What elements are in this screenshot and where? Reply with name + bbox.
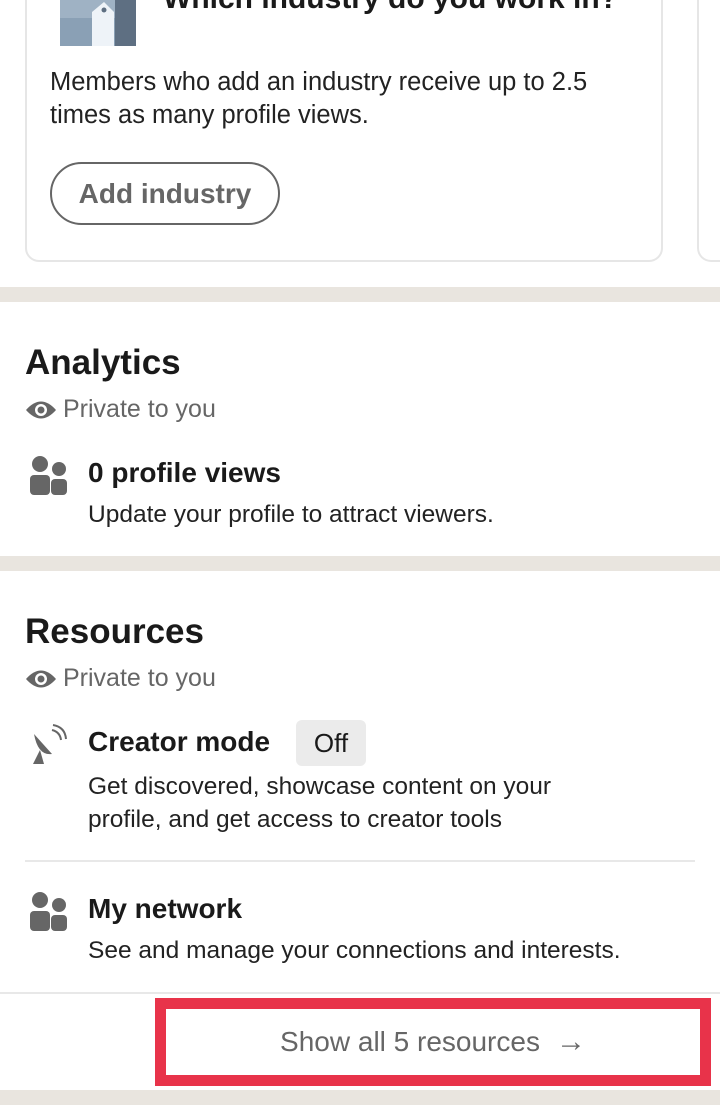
profile-views-title: 0 profile views xyxy=(88,457,281,488)
my-network-title: My network xyxy=(88,893,243,924)
creator-mode-description: Get discovered, showcase content on your… xyxy=(88,773,552,833)
show-all-resources-button[interactable]: Show all 5 resources → xyxy=(155,998,711,1086)
item-divider xyxy=(25,860,695,862)
creator-mode-title: Creator mode xyxy=(88,726,271,757)
add-industry-button[interactable]: Add industry xyxy=(50,162,280,225)
resources-title: Resources xyxy=(25,612,204,651)
people-icon xyxy=(30,456,67,495)
profile-views-description: Update your profile to attract viewers. xyxy=(88,501,494,528)
resources-visibility: Private to you xyxy=(63,664,216,692)
section-footer-divider xyxy=(0,992,720,994)
analytics-visibility: Private to you xyxy=(63,395,216,423)
section-divider xyxy=(0,287,720,302)
people-icon xyxy=(30,892,67,931)
eye-icon xyxy=(26,670,56,688)
building-illustration-icon xyxy=(60,0,136,46)
satellite-dish-icon xyxy=(33,724,67,764)
section-divider xyxy=(0,556,720,571)
show-all-label: Show all 5 resources xyxy=(280,1026,540,1057)
industry-card-title: Which industry do you work in? xyxy=(163,0,618,16)
next-card xyxy=(697,0,720,262)
creator-mode-status-badge: Off xyxy=(296,720,366,766)
my-network-description: See and manage your connections and inte… xyxy=(88,937,621,964)
industry-card-description: Members who add an industry receive up t… xyxy=(50,68,588,129)
section-divider xyxy=(0,1090,720,1105)
analytics-title: Analytics xyxy=(25,343,181,382)
eye-icon xyxy=(26,401,56,419)
arrow-right-icon: → xyxy=(555,1025,586,1058)
